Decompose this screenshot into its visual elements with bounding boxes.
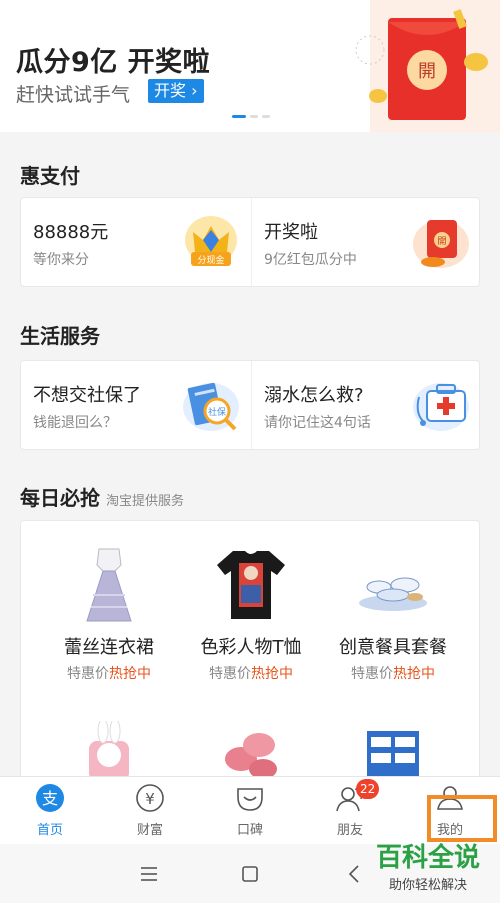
carousel-dot	[250, 115, 258, 118]
social-security-doc-icon: 社保	[183, 382, 239, 431]
carousel-dots	[232, 115, 270, 118]
tab-wealth[interactable]: ¥ 财富	[100, 777, 200, 845]
daily-deals-subtitle: 淘宝提供服务	[106, 494, 185, 509]
deal-tag-hot: 热抢中	[251, 666, 293, 682]
red-envelope-icon: 開	[413, 220, 469, 268]
alipay-icon: 支	[36, 784, 64, 812]
alipay-char: 支	[42, 789, 58, 808]
tab-koubei[interactable]: 口碑	[200, 777, 300, 845]
tab-label: 口碑	[236, 823, 263, 838]
social-security-title: 不想交社保了	[33, 385, 141, 406]
deal-tag: 特惠价热抢中	[323, 663, 463, 683]
cash-title: 88888元	[33, 222, 109, 243]
banner-open-button[interactable]: 开奖 ›	[148, 79, 204, 103]
notification-badge: 22	[356, 779, 380, 799]
deal-tag-hot: 热抢中	[393, 666, 435, 682]
first-aid-kit-icon	[413, 383, 469, 431]
bottom-tab-bar: 支 首页 ¥ 财富 口碑 22 朋友 我的	[0, 776, 500, 844]
envelope-char: 開	[418, 61, 436, 82]
koubei-icon	[237, 788, 263, 811]
drowning-title: 溺水怎么救?	[264, 385, 364, 406]
back-icon[interactable]	[343, 862, 367, 886]
tab-label: 朋友	[336, 823, 363, 838]
tab-label: 财富	[136, 823, 163, 838]
cash-subtitle: 等你来分	[33, 252, 89, 268]
section-title-hui-pay: 惠支付	[20, 164, 80, 188]
macaron-image	[225, 733, 277, 779]
yen-symbol: ¥	[145, 790, 155, 808]
tableware-set-image	[359, 577, 427, 611]
graphic-tshirt-image	[217, 551, 285, 619]
menu-icon[interactable]	[137, 862, 161, 886]
tissue-packs-image	[367, 731, 419, 779]
social-security-icon-text: 社保	[208, 406, 226, 418]
lottery-title: 开奖啦	[264, 222, 318, 243]
drowning-item[interactable]: 溺水怎么救? 请你记住这4句话	[251, 361, 481, 449]
carousel-dot	[262, 115, 270, 118]
watermark-main: 百科全说	[375, 843, 480, 873]
drowning-subtitle: 请你记住这4句话	[264, 415, 371, 431]
lottery-subtitle: 9亿红包瓜分中	[264, 252, 357, 268]
deal-name: 创意餐具套餐	[339, 637, 447, 658]
deal-tag-prefix: 特惠价	[351, 666, 393, 682]
banner-title: 瓜分9亿 开奖啦	[16, 47, 211, 78]
watermark-sub: 助你轻松解决	[388, 878, 467, 893]
deal-name: 色彩人物T恤	[200, 637, 302, 658]
deal-tag-prefix: 特惠价	[67, 666, 109, 682]
section-title-daily-deals: 每日必抢 淘宝提供服务	[20, 482, 184, 511]
lace-dress-image	[86, 548, 132, 622]
banner-subtitle: 赶快试试手气	[16, 84, 131, 106]
hui-pay-lottery[interactable]: 开奖啦 9亿红包瓜分中 開	[251, 198, 481, 286]
daily-deals-title: 每日必抢	[20, 486, 100, 510]
cash-icon-text: 分现金	[197, 254, 224, 266]
banner-open-label: 开奖	[154, 81, 187, 100]
lottery-icon-text: 開	[437, 236, 446, 247]
chevron-right-icon: ›	[191, 81, 198, 100]
tab-friends[interactable]: 22 朋友	[300, 777, 400, 845]
life-services-card: 不想交社保了 钱能退回么？ 社保 溺水怎么救? 请你记住这4句话	[20, 360, 480, 450]
daily-deals-grid: 蕾丝连衣裙 特惠价热抢中 色彩人物T恤 特惠价热抢中 创意餐具套餐 特惠价热抢中	[20, 520, 480, 780]
home-square-icon[interactable]	[238, 862, 262, 886]
tab-home[interactable]: 支 首页	[0, 777, 100, 845]
hui-pay-card: 88888元 等你来分 分现金 开奖啦 9亿红包瓜分中 開	[20, 197, 480, 287]
hui-pay-cash[interactable]: 88888元 等你来分 分现金	[21, 198, 251, 286]
deal-tag-prefix: 特惠价	[209, 666, 251, 682]
tab-label: 首页	[36, 823, 63, 838]
social-security-subtitle: 钱能退回么？	[33, 415, 117, 431]
deal-name: 蕾丝连衣裙	[64, 637, 154, 658]
bunny-backpack-image	[89, 721, 129, 779]
promo-banner[interactable]: 瓜分9亿 开奖啦 赶快试试手气 开奖 › 開	[0, 0, 500, 132]
crown-gem-icon: 分现金	[185, 216, 237, 266]
watermark: 百科全说 助你轻松解决	[368, 842, 488, 893]
deal-tag: 特惠价热抢中	[181, 663, 321, 683]
carousel-dot	[232, 115, 246, 118]
red-envelope-icon: 開	[355, 0, 500, 132]
section-title-life-services: 生活服务	[20, 324, 100, 348]
yen-icon: ¥	[136, 784, 164, 812]
deal-tag-hot: 热抢中	[109, 666, 151, 682]
social-security-item[interactable]: 不想交社保了 钱能退回么？ 社保	[21, 361, 251, 449]
deal-tag: 特惠价热抢中	[39, 663, 179, 683]
highlight-box	[427, 795, 497, 842]
